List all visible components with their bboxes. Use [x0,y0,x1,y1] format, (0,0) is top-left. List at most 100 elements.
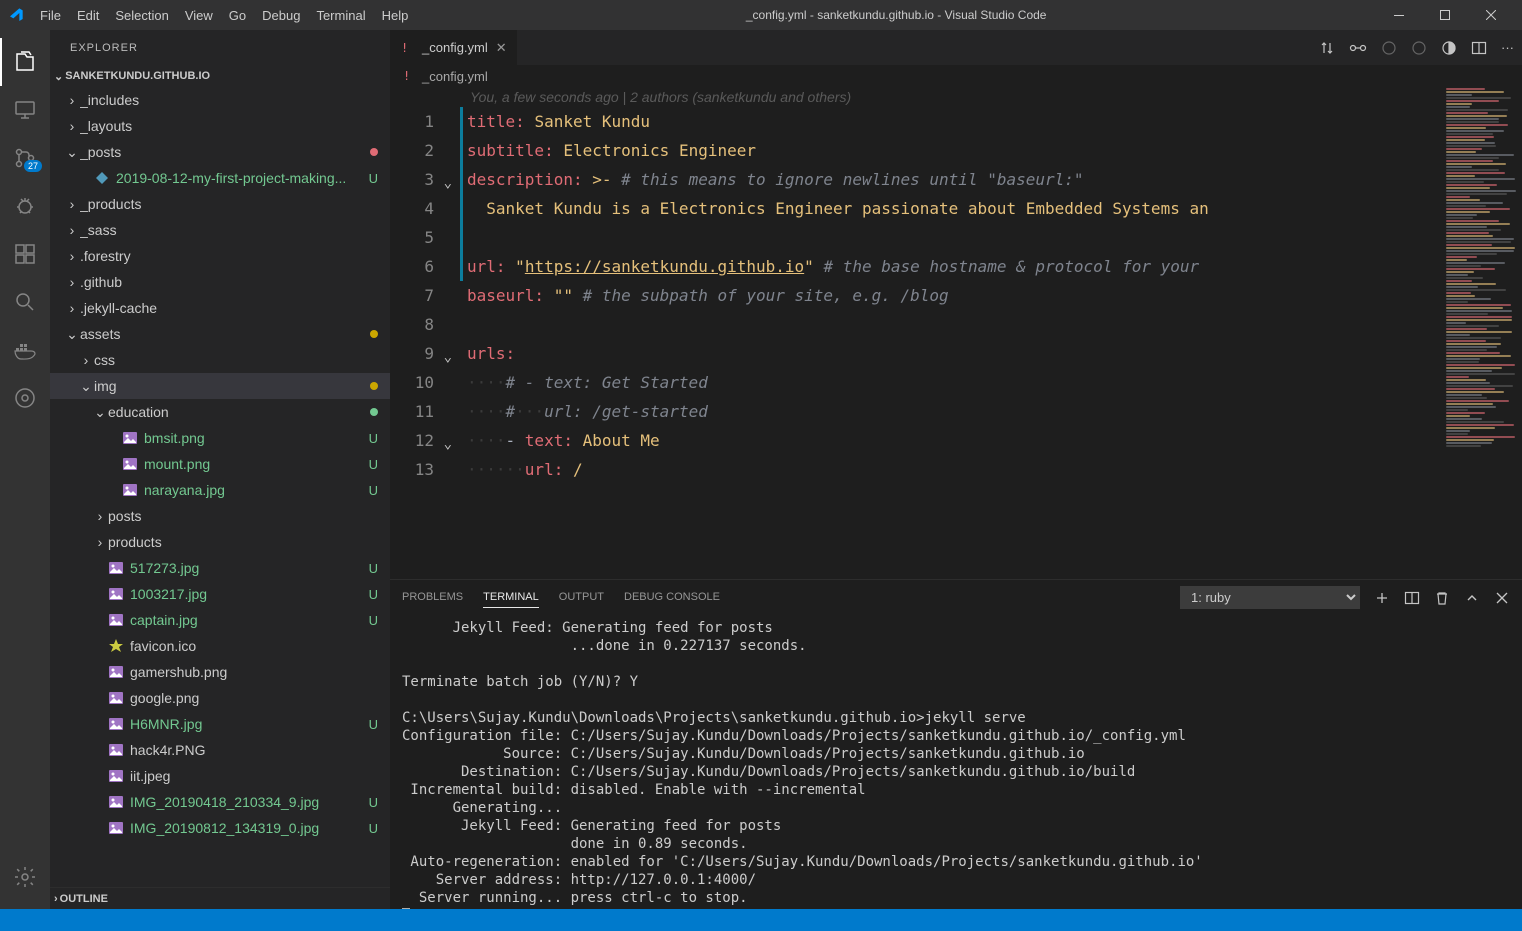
prev-change-icon[interactable] [1381,40,1397,56]
file-2019-08-12-my-first-project-making---[interactable]: 2019-08-12-my-first-project-making...U [50,165,390,191]
menu-view[interactable]: View [177,0,221,30]
breadcrumb-item: _config.yml [422,69,488,84]
file-bmsit-png[interactable]: bmsit.pngU [50,425,390,451]
sidebar-project-header[interactable]: ⌄ SANKETKUNDU.GITHUB.IO [50,65,390,87]
editor-tabs: ! _config.yml ✕ ··· [390,30,1522,65]
tree-item-label: google.png [130,690,378,706]
file-517273-jpg[interactable]: 517273.jpgU [50,555,390,581]
folder-assets[interactable]: ⌄assets [50,321,390,347]
menu-help[interactable]: Help [374,0,417,30]
file-narayana-jpg[interactable]: narayana.jpgU [50,477,390,503]
new-terminal-icon[interactable] [1374,590,1390,606]
file-img-20190418-210334-9-jpg[interactable]: IMG_20190418_210334_9.jpgU [50,789,390,815]
tree-item-label: iit.jpeg [130,768,378,784]
menu-go[interactable]: Go [221,0,254,30]
git-status-badge: U [369,821,378,836]
kill-terminal-icon[interactable] [1434,590,1450,606]
activity-search[interactable] [0,278,50,326]
close-button[interactable] [1468,0,1514,30]
code-content[interactable]: title: Sanket Kundusubtitle: Electronics… [460,87,1442,579]
split-editor-icon[interactable] [1471,40,1487,56]
file-gamershub-png[interactable]: gamershub.png [50,659,390,685]
next-change-icon[interactable] [1411,40,1427,56]
file-mount-png[interactable]: mount.pngU [50,451,390,477]
file-img-20190812-134319-0-jpg[interactable]: IMG_20190812_134319_0.jpgU [50,815,390,841]
status-dot [370,330,378,338]
folder-education[interactable]: ⌄education [50,399,390,425]
tree-item-label: education [108,404,366,420]
close-icon[interactable]: ✕ [496,40,507,56]
activity-settings[interactable] [0,853,50,901]
panel-tab-output[interactable]: OUTPUT [559,587,604,608]
git-status-badge: U [369,431,378,446]
maximize-panel-icon[interactable] [1464,590,1480,606]
img-file-icon [122,430,138,446]
folder-img[interactable]: ⌄img [50,373,390,399]
img-file-icon [108,690,124,706]
folder-posts[interactable]: ›posts [50,503,390,529]
chevron-right-icon: › [64,92,80,108]
maximize-button[interactable] [1422,0,1468,30]
file-h6mnr-jpg[interactable]: H6MNR.jpgU [50,711,390,737]
tree-item-label: 517273.jpg [130,560,365,576]
menu-edit[interactable]: Edit [69,0,107,30]
img-file-icon [108,612,124,628]
tab-config-yml[interactable]: ! _config.yml ✕ [390,30,518,65]
fold-icon[interactable]: ⌄ [444,343,452,372]
chevron-right-icon: › [54,893,58,905]
menu-terminal[interactable]: Terminal [308,0,373,30]
folder--products[interactable]: ›_products [50,191,390,217]
file-hack4r-png[interactable]: hack4r.PNG [50,737,390,763]
more-icon[interactable]: ··· [1501,40,1514,55]
folder--layouts[interactable]: ›_layouts [50,113,390,139]
panel-tab-problems[interactable]: PROBLEMS [402,587,463,608]
file-google-png[interactable]: google.png [50,685,390,711]
activity-debug[interactable] [0,182,50,230]
folder--sass[interactable]: ›_sass [50,217,390,243]
file-1003217-jpg[interactable]: 1003217.jpgU [50,581,390,607]
close-panel-icon[interactable] [1494,590,1510,606]
compare-changes-icon[interactable] [1319,40,1335,56]
terminal-selector[interactable]: 1: ruby [1180,586,1360,609]
folder--forestry[interactable]: ›.forestry [50,243,390,269]
file-captain-jpg[interactable]: captain.jpgU [50,607,390,633]
file-iit-jpeg[interactable]: iit.jpeg [50,763,390,789]
toggle-icon[interactable] [1441,40,1457,56]
editor-body[interactable]: You, a few seconds ago | 2 authors (sank… [390,87,1522,579]
menu-file[interactable]: File [32,0,69,30]
file-favicon-ico[interactable]: favicon.ico [50,633,390,659]
menu-selection[interactable]: Selection [107,0,176,30]
activity-explorer[interactable] [0,38,50,86]
folder--jekyll-cache[interactable]: ›.jekyll-cache [50,295,390,321]
tree-item-label: 1003217.jpg [130,586,365,602]
activity-gitlens[interactable] [0,374,50,422]
folder-css[interactable]: ›css [50,347,390,373]
terminal-output[interactable]: Jekyll Feed: Generating feed for posts .… [390,615,1522,909]
folder-products[interactable]: ›products [50,529,390,555]
folder--includes[interactable]: ›_includes [50,87,390,113]
minimap[interactable] [1442,87,1522,579]
panel-tab-debug-console[interactable]: DEBUG CONSOLE [624,587,720,608]
folder--posts[interactable]: ⌄_posts [50,139,390,165]
chevron-right-icon: › [92,534,108,550]
split-terminal-icon[interactable] [1404,590,1420,606]
menu-debug[interactable]: Debug [254,0,308,30]
folder--github[interactable]: ›.github [50,269,390,295]
tree-item-label: _products [80,196,378,212]
activity-remote[interactable] [0,86,50,134]
window-controls [1376,0,1514,30]
tree-item-label: .forestry [80,248,378,264]
breadcrumbs[interactable]: ! _config.yml [390,65,1522,87]
sidebar-outline-header[interactable]: › OUTLINE [50,887,390,909]
editor-area: ! _config.yml ✕ ··· ! _config.yml You, a… [390,30,1522,909]
fold-icon[interactable]: ⌄ [444,169,452,198]
minimize-button[interactable] [1376,0,1422,30]
activity-scm[interactable]: 27 [0,134,50,182]
activity-docker[interactable] [0,326,50,374]
img-file-icon [122,456,138,472]
open-changes-icon[interactable] [1349,40,1367,56]
panel-tab-terminal[interactable]: TERMINAL [483,587,539,608]
activity-extensions[interactable] [0,230,50,278]
fold-icon[interactable]: ⌄ [444,430,452,459]
git-status-badge: U [369,457,378,472]
